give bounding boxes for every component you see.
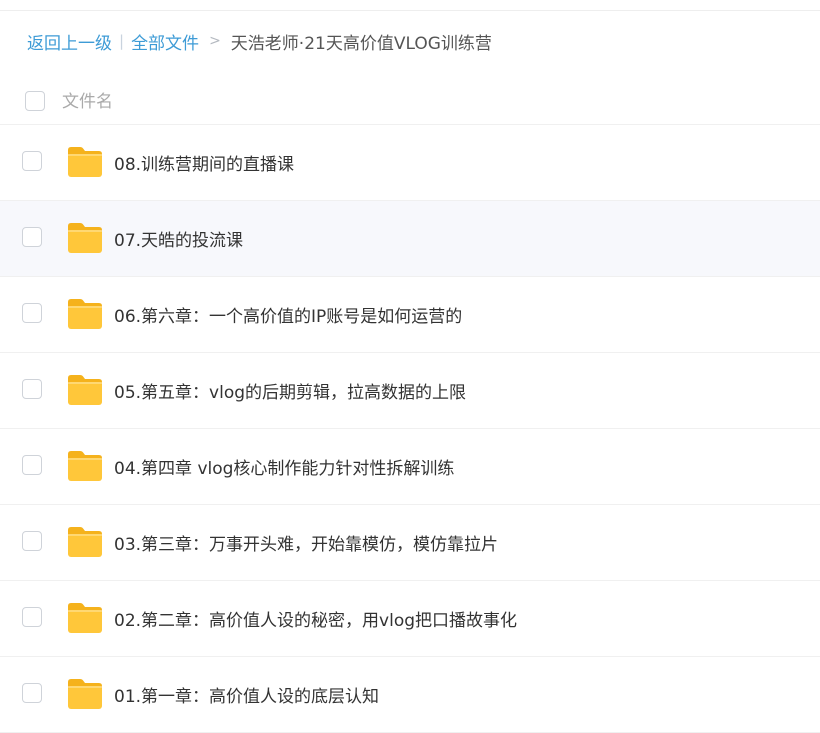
file-name[interactable]: 07.天皓的投流课 <box>114 226 243 251</box>
file-row[interactable]: 08.训练营期间的直播课 <box>0 125 820 201</box>
folder-icon <box>66 145 104 179</box>
select-all-checkbox[interactable] <box>25 91 45 111</box>
file-row[interactable]: 07.天皓的投流课 <box>0 201 820 277</box>
file-name[interactable]: 08.训练营期间的直播课 <box>114 150 294 175</box>
row-checkbox[interactable] <box>22 227 42 247</box>
row-checkbox[interactable] <box>22 303 42 323</box>
folder-icon <box>66 525 104 559</box>
row-checkbox[interactable] <box>22 379 42 399</box>
file-name[interactable]: 03.第三章：万事开头难，开始靠模仿，模仿靠拉片 <box>114 530 498 555</box>
file-name[interactable]: 02.第二章：高价值人设的秘密，用vlog把口播故事化 <box>114 606 517 631</box>
file-row[interactable]: 05.第五章：vlog的后期剪辑，拉高数据的上限 <box>0 353 820 429</box>
folder-icon <box>66 373 104 407</box>
file-name[interactable]: 05.第五章：vlog的后期剪辑，拉高数据的上限 <box>114 378 466 403</box>
column-header-filename: 文件名 <box>62 92 113 112</box>
folder-icon <box>66 677 104 711</box>
back-link[interactable]: 返回上一级 <box>27 29 112 54</box>
file-row[interactable]: 01.第一章：高价值人设的底层认知 <box>0 657 820 733</box>
row-checkbox[interactable] <box>22 531 42 551</box>
breadcrumb-separator: | <box>119 32 125 50</box>
file-name[interactable]: 04.第四章 vlog核心制作能力针对性拆解训练 <box>114 454 454 479</box>
file-name[interactable]: 01.第一章：高价值人设的底层认知 <box>114 682 379 707</box>
top-divider <box>0 10 820 11</box>
row-checkbox[interactable] <box>22 607 42 627</box>
row-checkbox[interactable] <box>22 683 42 703</box>
folder-icon <box>66 221 104 255</box>
file-row[interactable]: 03.第三章：万事开头难，开始靠模仿，模仿靠拉片 <box>0 505 820 581</box>
file-list-header: 文件名 <box>0 76 820 125</box>
file-list: 08.训练营期间的直播课 07.天皓的投流课 06.第六章：一个高价值的IP账号… <box>0 125 820 733</box>
file-row[interactable]: 02.第二章：高价值人设的秘密，用vlog把口播故事化 <box>0 581 820 657</box>
file-name[interactable]: 06.第六章：一个高价值的IP账号是如何运营的 <box>114 302 462 327</box>
breadcrumb-arrow-icon: > <box>209 33 221 49</box>
file-row[interactable]: 06.第六章：一个高价值的IP账号是如何运营的 <box>0 277 820 353</box>
file-row[interactable]: 04.第四章 vlog核心制作能力针对性拆解训练 <box>0 429 820 505</box>
row-checkbox[interactable] <box>22 455 42 475</box>
folder-icon <box>66 601 104 635</box>
folder-icon <box>66 449 104 483</box>
row-checkbox[interactable] <box>22 151 42 171</box>
all-files-link[interactable]: 全部文件 <box>131 29 199 54</box>
current-folder-name: 天浩老师·21天高价值VLOG训练营 <box>230 33 492 54</box>
folder-icon <box>66 297 104 331</box>
breadcrumb: 返回上一级 | 全部文件 > 天浩老师·21天高价值VLOG训练营 <box>27 29 492 54</box>
